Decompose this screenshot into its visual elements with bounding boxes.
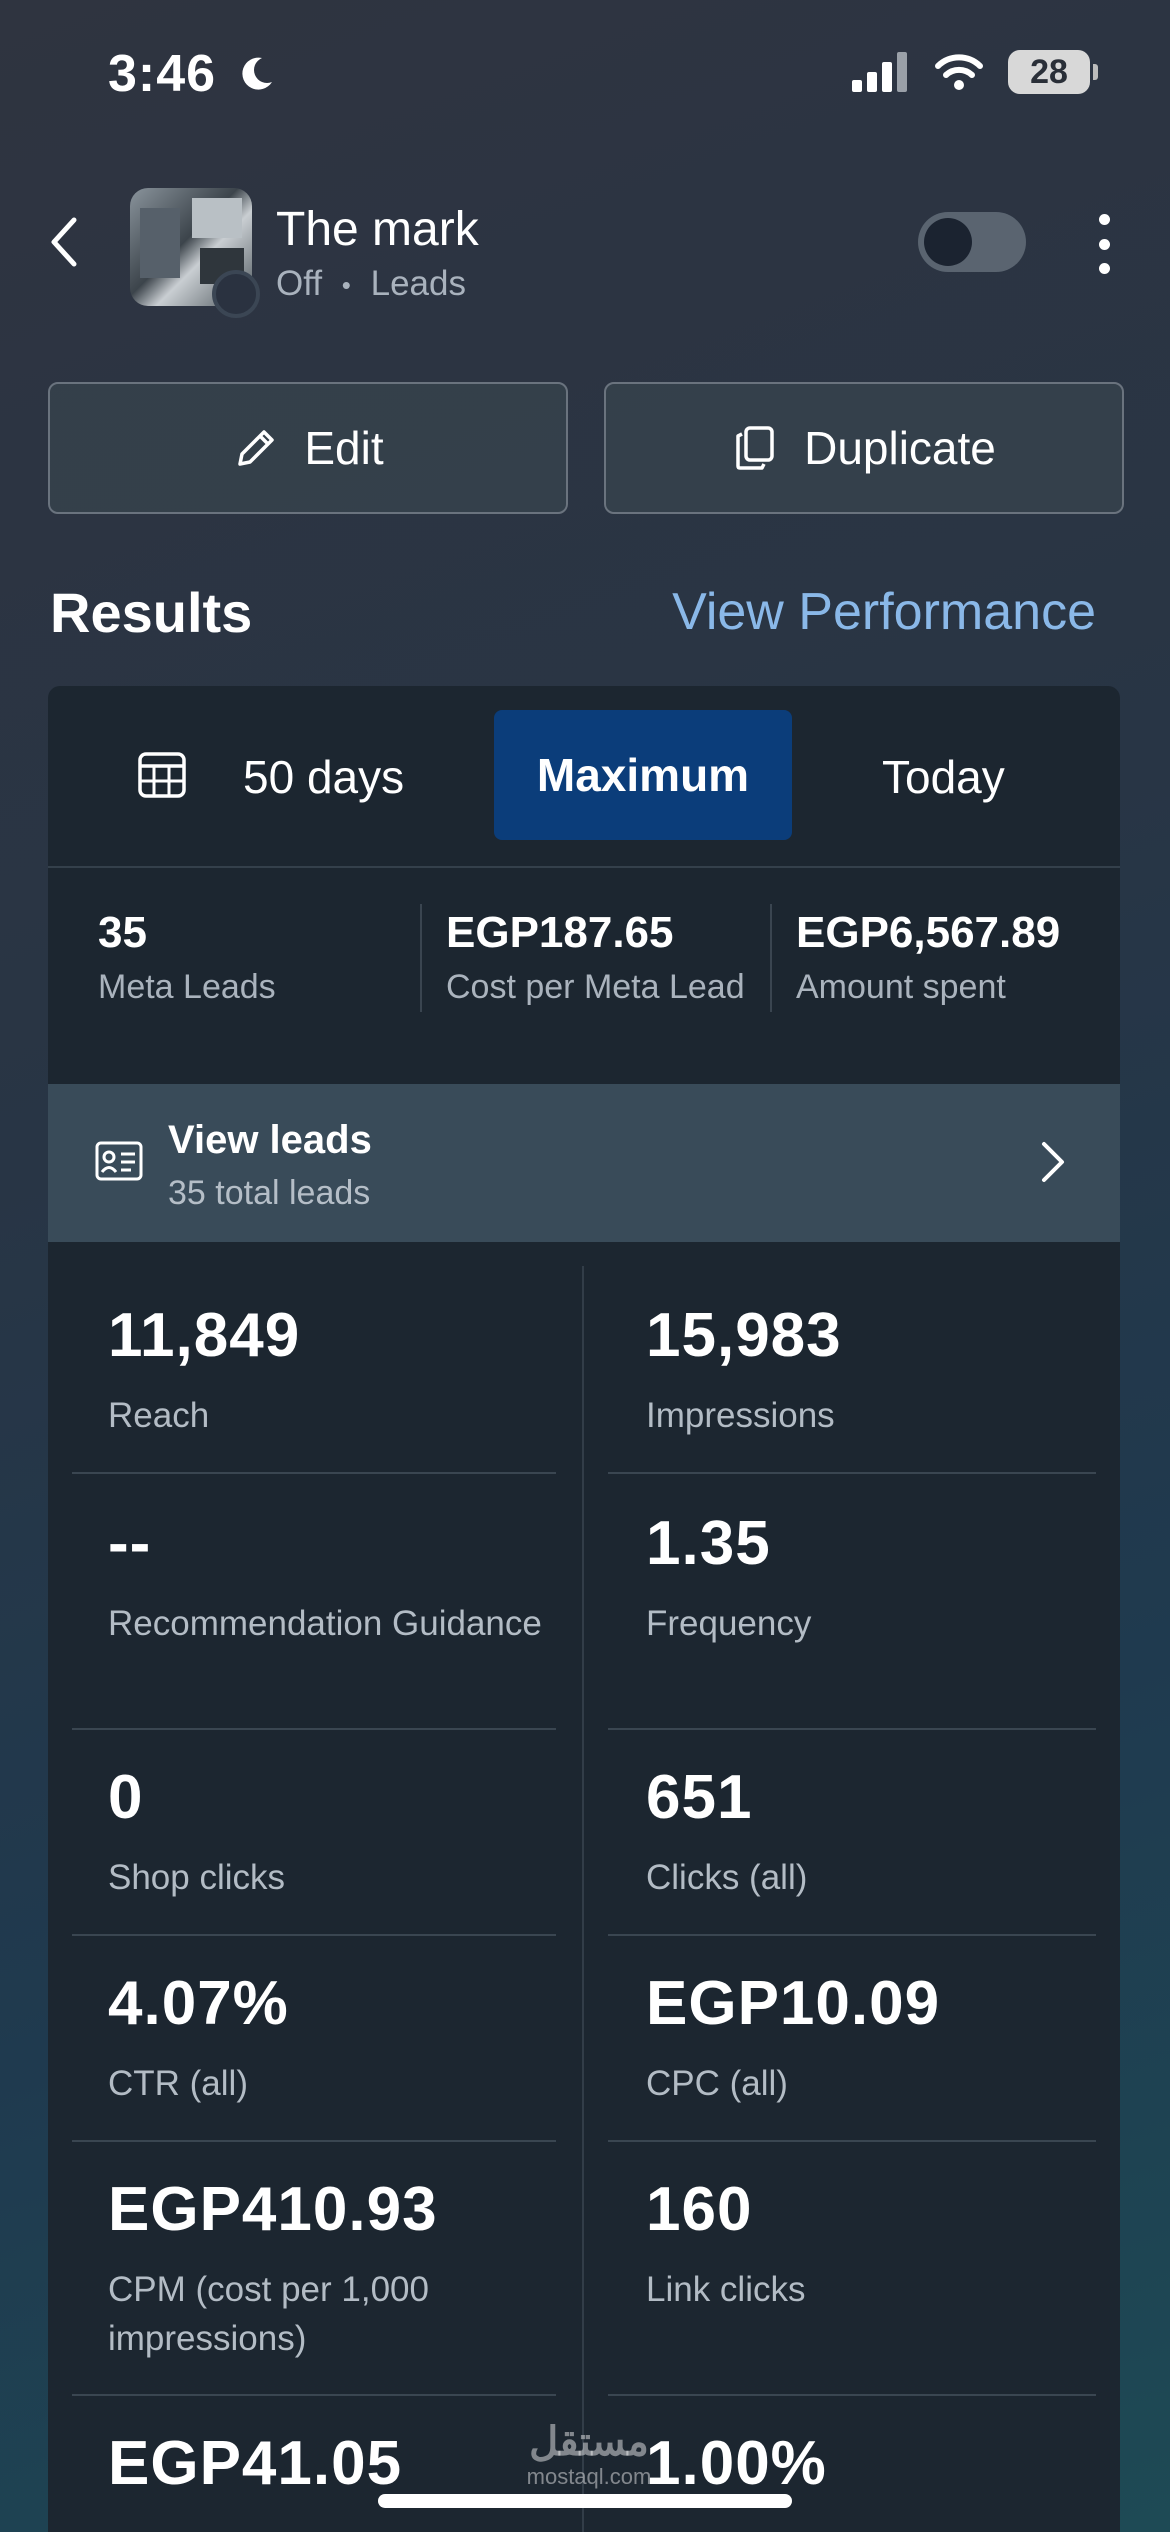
metric-value: 651 (646, 1763, 753, 1832)
status-time: 3:46 (108, 45, 217, 103)
metric-cpm: EGP410.93 CPM (cost per 1,000 impression… (108, 2174, 558, 2363)
campaign-status: Off (276, 264, 323, 303)
watermark-logo: مستقل mostaql.com (514, 2420, 664, 2490)
metric-frequency: 1.35 Frequency (646, 1508, 811, 1648)
metric-reach: 11,849 Reach (108, 1300, 300, 1440)
summary-label: Amount spent (796, 968, 1006, 1006)
tabs-divider (48, 866, 1120, 868)
metric-recommendation-guidance: -- Recommendation Guidance (108, 1508, 548, 1648)
metric-value: 1.35 (646, 1509, 771, 1578)
view-leads-row[interactable]: View leads 35 total leads (48, 1084, 1120, 1242)
date-range-tabs: 50 days Maximum Today (48, 686, 1120, 866)
calendar-icon[interactable] (136, 748, 188, 800)
results-heading: Results (50, 581, 253, 644)
metric-label: Shop clicks (108, 1858, 286, 1897)
copy-icon (736, 426, 774, 470)
tab-50-days[interactable]: 50 days (243, 750, 404, 804)
metric-value: 0 (108, 1763, 144, 1832)
wifi-icon (935, 54, 983, 90)
metric-value: EGP410.93 (108, 2175, 438, 2244)
metric-value: 4.07% (108, 1969, 289, 2038)
back-chevron-icon[interactable] (44, 212, 84, 272)
status-dot (212, 270, 260, 318)
moon-icon (242, 57, 272, 90)
summary-divider (420, 904, 422, 1012)
metric-divider (608, 1472, 1096, 1474)
metric-divider (72, 1472, 556, 1474)
duplicate-button[interactable]: Duplicate (604, 382, 1124, 514)
chevron-right-icon (1042, 1142, 1064, 1182)
metric-cost-per-result: EGP41.05 (108, 2428, 402, 2519)
metrics-column-divider (582, 1266, 584, 2532)
metric-link-clicks: 160 Link clicks (646, 2174, 805, 2314)
metric-divider (608, 2140, 1096, 2142)
metric-cpc-all: EGP10.09 CPC (all) (646, 1968, 940, 2108)
metric-value: 15,983 (646, 1301, 842, 1370)
results-card: 50 days Maximum Today 35 Meta Leads EGP1… (48, 686, 1120, 2532)
metric-divider (72, 1728, 556, 1730)
campaign-objective: Leads (370, 264, 466, 303)
metric-label: Impressions (646, 1396, 835, 1435)
view-performance-link[interactable]: View Performance (672, 582, 1096, 642)
edit-button[interactable]: Edit (48, 382, 568, 514)
edit-label: Edit (304, 422, 384, 474)
metric-divider (608, 1934, 1096, 1936)
lead-card-icon (95, 1141, 143, 1181)
summary-meta-leads: 35 Meta Leads (98, 908, 276, 1007)
metric-value: EGP41.05 (108, 2429, 403, 2498)
metric-divider (608, 1728, 1096, 1730)
metric-label: Link clicks (646, 2270, 806, 2309)
summary-amount-spent: EGP6,567.89 Amount spent (796, 908, 1060, 1007)
summary-value: EGP187.65 (446, 908, 674, 957)
metric-label: CPM (cost per 1,000 impressions) (108, 2270, 429, 2358)
watermark-latin: mostaql.com (526, 2464, 652, 2489)
summary-label: Cost per Meta Lead (446, 968, 745, 1006)
summary-divider (770, 904, 772, 1012)
summary-value: EGP6,567.89 (796, 908, 1061, 957)
metric-value: 11,849 (108, 1301, 301, 1370)
metric-value: 160 (646, 2175, 753, 2244)
subtitle-separator: • (341, 270, 351, 301)
summary-cost-per-lead: EGP187.65 Cost per Meta Lead (446, 908, 745, 1007)
view-leads-title: View leads (168, 1118, 372, 1162)
metric-label: CTR (all) (108, 2064, 248, 2103)
metric-value: 1.00% (646, 2429, 827, 2498)
campaign-subtitle: Off • Leads (276, 264, 466, 304)
metric-label: CPC (all) (646, 2064, 788, 2103)
campaign-toggle[interactable] (918, 212, 1026, 272)
metric-divider (72, 1934, 556, 1936)
metric-label: Clicks (all) (646, 1858, 808, 1897)
signal-icon (852, 52, 907, 92)
metric-divider (72, 2394, 556, 2396)
metric-divider (608, 2394, 1096, 2396)
metric-clicks-all: 651 Clicks (all) (646, 1762, 807, 1902)
view-leads-subtitle: 35 total leads (168, 1174, 371, 1212)
duplicate-label: Duplicate (804, 422, 996, 474)
metric-value: EGP10.09 (646, 1969, 941, 2038)
summary-label: Meta Leads (98, 968, 276, 1006)
summary-value: 35 (98, 908, 147, 957)
tab-today[interactable]: Today (882, 750, 1005, 804)
status-icons: 28 (852, 50, 1098, 94)
campaign-title: The mark (276, 203, 479, 256)
metric-label: Reach (108, 1396, 210, 1435)
home-indicator[interactable] (378, 2494, 792, 2508)
battery-indicator: 28 (1008, 50, 1098, 94)
tab-maximum[interactable]: Maximum (494, 710, 792, 840)
metric-shop-clicks: 0 Shop clicks (108, 1762, 285, 1902)
metric-label: Recommendation Guidance (108, 1604, 542, 1643)
more-options-icon[interactable] (1090, 214, 1118, 274)
metric-ctr-all: 4.07% CTR (all) (108, 1968, 289, 2108)
metric-label: Frequency (646, 1604, 812, 1643)
metric-value: -- (108, 1509, 152, 1578)
metric-divider (72, 2140, 556, 2142)
watermark-arabic: مستقل (529, 2420, 649, 2464)
pencil-icon (238, 430, 275, 466)
metric-impressions: 15,983 Impressions (646, 1300, 842, 1440)
